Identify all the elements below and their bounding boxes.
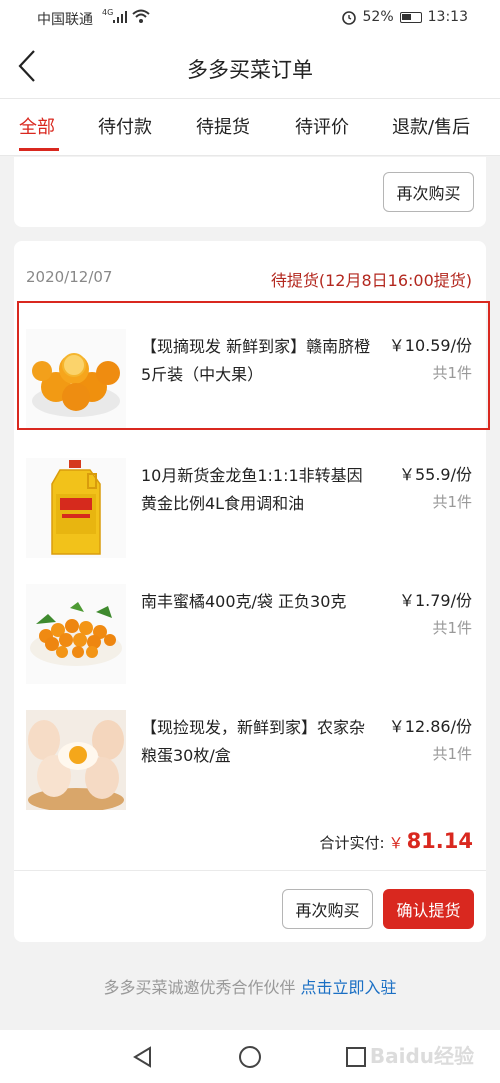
battery-icon bbox=[399, 11, 422, 23]
signal-icon bbox=[113, 11, 127, 23]
tab-pending-payment[interactable]: 待付款 bbox=[98, 113, 152, 139]
clock: 13:13 bbox=[427, 9, 468, 25]
order-tabs: 全部 待付款 待提货 待评价 退款/售后 bbox=[0, 98, 500, 156]
watermark: Baidu经验 bbox=[369, 1044, 474, 1068]
invite-link[interactable]: 点击立即入驻 bbox=[301, 978, 397, 997]
tangerines-image bbox=[26, 584, 126, 684]
total-amount: 81.14 bbox=[406, 829, 473, 853]
page-title: 多多买菜订单 bbox=[187, 58, 313, 82]
eggs-image bbox=[26, 710, 126, 810]
highlight-box bbox=[17, 301, 490, 430]
divider bbox=[14, 870, 486, 871]
rebuy-button[interactable]: 再次购买 bbox=[282, 889, 373, 929]
active-tab-indicator bbox=[19, 148, 59, 151]
item-quantity: 共1件 bbox=[432, 745, 472, 763]
network-label: 4G bbox=[102, 8, 114, 17]
order-total: 合计实付: ￥ 81.14 bbox=[319, 829, 473, 853]
alarm-icon bbox=[341, 11, 356, 25]
status-right: 52% 13:13 bbox=[341, 9, 468, 25]
rebuy-button[interactable]: 再次购买 bbox=[383, 172, 474, 212]
total-label: 合计实付: bbox=[319, 834, 385, 852]
order-item[interactable]: 【现捡现发，新鲜到家】农家杂粮蛋30枚/盒 ￥12.86/份 共1件 bbox=[14, 710, 486, 820]
item-quantity: 共1件 bbox=[432, 619, 472, 637]
carrier-label: 中国联通 bbox=[37, 12, 93, 28]
app-header: 多多买菜订单 bbox=[0, 36, 500, 98]
order-item[interactable]: 南丰蜜橘400克/袋 正负30克 ￥1.79/份 共1件 bbox=[14, 584, 486, 694]
invite-text: 多多买菜诚邀优秀合作伙伴 bbox=[103, 978, 296, 997]
previous-order-card: 再次购买 bbox=[14, 157, 486, 227]
tab-pending-review[interactable]: 待评价 bbox=[295, 113, 349, 139]
battery-percent: 52% bbox=[362, 9, 394, 25]
tab-refund-aftersale[interactable]: 退款/售后 bbox=[392, 113, 470, 139]
wifi-icon bbox=[132, 9, 150, 23]
item-quantity: 共1件 bbox=[432, 493, 472, 511]
tab-all[interactable]: 全部 bbox=[19, 113, 55, 139]
item-name: 南丰蜜橘400克/袋 正负30克 bbox=[141, 592, 347, 611]
partner-invite: 多多买菜诚邀优秀合作伙伴 点击立即入驻 bbox=[0, 974, 500, 998]
order-item[interactable]: 10月新货金龙鱼1:1:1非转基因黄金比例4L食用调和油 ￥55.9/份 共1件 bbox=[14, 458, 486, 568]
cooking-oil-image bbox=[26, 458, 126, 558]
order-date: 2020/12/07 bbox=[26, 268, 113, 286]
item-price: ￥1.79/份 bbox=[398, 591, 472, 610]
item-name: 10月新货金龙鱼1:1:1非转基因黄金比例4L食用调和油 bbox=[141, 466, 363, 513]
item-name: 【现捡现发，新鲜到家】农家杂粮蛋30枚/盒 bbox=[141, 718, 366, 765]
item-price: ￥55.9/份 bbox=[398, 465, 472, 484]
back-triangle-icon[interactable] bbox=[131, 1045, 155, 1069]
confirm-pickup-button[interactable]: 确认提货 bbox=[383, 889, 474, 929]
order-status: 待提货(12月8日16:00提货) bbox=[270, 271, 472, 290]
total-currency: ￥ bbox=[388, 834, 404, 852]
tab-pending-pickup[interactable]: 待提货 bbox=[196, 113, 250, 139]
order-card: 2020/12/07 待提货(12月8日16:00提货) 【现摘现发 新鲜到家】… bbox=[14, 241, 490, 942]
item-price: ￥12.86/份 bbox=[388, 717, 472, 736]
recents-square-icon[interactable] bbox=[344, 1045, 368, 1069]
home-circle-icon[interactable] bbox=[237, 1044, 263, 1070]
status-bar: 中国联通 4G 52% 13:13 bbox=[0, 0, 500, 36]
